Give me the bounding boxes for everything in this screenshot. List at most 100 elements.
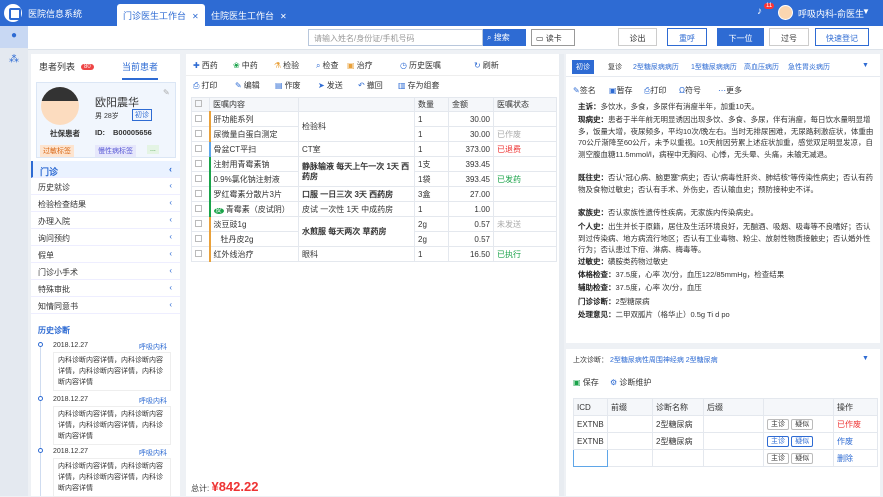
exam-button[interactable]: ⌕ 检查	[316, 60, 338, 71]
row-checkbox[interactable]	[195, 204, 202, 212]
nav-person-icon[interactable]: ●	[0, 26, 28, 48]
row-checkbox[interactable]	[195, 189, 202, 197]
void-dx-link[interactable]: 作废	[833, 432, 878, 450]
table-row[interactable]: 红外线治疗 眼科 1 16.50 已执行	[191, 246, 557, 262]
record-aux-exam[interactable]: 辅助检查：37.5度，心率 次/分，血压	[578, 282, 874, 294]
main-dx-button[interactable]: 主诊	[767, 419, 789, 430]
table-row[interactable]: 淡豆豉1g 水煎服 每天两次 草药房 2g 0.57 未发送	[191, 216, 557, 247]
more-tag[interactable]: ...	[147, 145, 159, 154]
suffix-input[interactable]	[703, 449, 764, 467]
record-family-history[interactable]: 家族史：否认家族性遗传性疾病，无家族内传染病史。	[578, 207, 874, 219]
record-chief-complaint[interactable]: 主诉：多饮水，多食，多尿伴有消瘦半年，加重10天。	[578, 101, 874, 113]
tab-first-visit[interactable]: 初诊	[572, 60, 594, 74]
save-dx-button[interactable]: ▣ 保存	[573, 377, 599, 388]
draft-button[interactable]: ▣暂存	[609, 85, 633, 96]
tab-current-patient[interactable]: 当前患者	[122, 60, 159, 80]
record-past-history[interactable]: 既往史：否认“冠心病、脑更塞”病史；否认“病毒性肝炎、肺结核”等传染性病史；否认…	[578, 172, 874, 195]
next-button[interactable]: 下一位	[717, 28, 764, 46]
table-row[interactable]: 皮 青霉素（皮试阴） 皮试 一次性 1天 中成药房 1 1.00	[191, 201, 557, 217]
row-checkbox[interactable]	[195, 234, 202, 242]
suspect-button[interactable]: 疑似	[791, 436, 814, 447]
search-button[interactable]: ⌕ 搜索	[483, 29, 526, 46]
table-row[interactable]: 主诊 疑似 删除	[573, 449, 878, 467]
select-all-checkbox[interactable]	[195, 100, 202, 107]
history-dept[interactable]: 呼吸内科	[139, 396, 167, 406]
print-record-button[interactable]: ⎙打印	[644, 85, 666, 96]
treatment-button[interactable]: ▣ 治疗	[347, 60, 373, 71]
tab-revisit[interactable]: 复诊	[604, 60, 626, 74]
menu-leave-note[interactable]: 假单 ‹	[31, 246, 180, 263]
tab-outpatient[interactable]: 门诊医生工作台 ✕	[117, 4, 205, 26]
record-treatment[interactable]: 处理意见：二甲双胍片（格华止）0.5g Ti d po	[578, 309, 874, 321]
row-checkbox[interactable]	[195, 249, 202, 257]
record-physical-exam[interactable]: 体格检查：37.5度，心率 次/分，血压122/85mmHg，检查结果	[578, 269, 874, 281]
record-personal-history[interactable]: 个人史：出生并长于原籍，居住及生活环境良好，无酗酒、吸烟、吸毒等不良嗜好；否认到…	[578, 221, 874, 256]
suspect-button[interactable]: 疑似	[791, 453, 814, 464]
search-input[interactable]: 请输入姓名/身份证/手机号码	[308, 29, 483, 46]
western-drug-button[interactable]: ✚ 西药	[193, 60, 218, 71]
row-checkbox[interactable]	[195, 129, 202, 137]
void-button[interactable]: ▤ 作废	[275, 80, 301, 91]
refresh-button[interactable]: ↻ 刷新	[474, 60, 499, 71]
tab-gastritis-record[interactable]: 急性胃炎病历	[784, 60, 834, 74]
sign-button[interactable]: ✎签名	[573, 85, 596, 96]
menu-minor-surgery[interactable]: 门诊小手术 ‹	[31, 263, 180, 280]
dx-maintain-button[interactable]: ⚙ 诊断维护	[610, 377, 651, 388]
menu-appointment[interactable]: 询问预约 ‹	[31, 229, 180, 246]
table-row[interactable]: 注射用青霉素钠 静脉输液 每天上午一次 1天 西药房 1支 393.45	[191, 156, 557, 187]
checkout-button[interactable]: 诊出	[618, 28, 657, 46]
record-allergy[interactable]: 过敏史：磺胺类药物过敏史	[578, 256, 874, 268]
table-row[interactable]: EXTNB 2型糖尿病 主诊 疑似 已作废	[573, 415, 878, 433]
row-checkbox[interactable]	[195, 219, 202, 227]
skip-button[interactable]: 过号	[769, 28, 809, 46]
allergy-tag[interactable]: 过敏标签	[40, 145, 74, 157]
chinese-drug-button[interactable]: ❀ 中药	[233, 60, 258, 71]
menu-lab-results[interactable]: 检验检查结果 ‹	[31, 195, 180, 212]
dx-name-input[interactable]	[652, 449, 704, 467]
chevron-down-icon[interactable]: ▼	[862, 355, 869, 362]
withdraw-button[interactable]: ↶ 撤回	[358, 80, 383, 91]
tab-t1dm-record[interactable]: 1型糖尿病病历	[687, 60, 741, 74]
user-name[interactable]: 呼吸内科-俞医生	[798, 7, 864, 20]
table-row[interactable]: 肝功能系列 检验科 1 30.00	[191, 111, 557, 142]
main-dx-button[interactable]: 主诊	[767, 436, 789, 447]
record-present-illness[interactable]: 现病史：患者于半年前无明显诱因出现多饮、多食、多尿，伴有消瘦，每日饮水量明显增多…	[578, 114, 874, 160]
close-icon[interactable]: ✕	[192, 12, 199, 21]
record-diagnosis[interactable]: 门诊诊断：2型糖尿病	[578, 296, 874, 308]
more-button[interactable]: ⋯更多	[718, 85, 742, 96]
icd-input[interactable]	[573, 449, 608, 467]
tab-t2dm-record[interactable]: 2型糖尿病病历	[629, 60, 683, 74]
print-button[interactable]: ⎙ 打印	[193, 80, 217, 91]
nav-tree-icon[interactable]: ⁂	[0, 50, 28, 72]
read-card-button[interactable]: ▭ 读卡	[531, 29, 575, 46]
chevron-down-icon[interactable]: ▼	[862, 62, 869, 69]
close-icon[interactable]: ✕	[280, 12, 287, 21]
table-row[interactable]: EXTNB 2型糖尿病 主诊 疑似 作废	[573, 432, 878, 450]
history-dept[interactable]: 呼吸内科	[139, 342, 167, 352]
lab-button[interactable]: ⚗ 检验	[274, 60, 299, 71]
send-button[interactable]: ➤ 发送	[318, 80, 343, 91]
save-set-button[interactable]: ▥ 存为组套	[398, 80, 440, 91]
symbol-button[interactable]: Ω符号	[679, 85, 701, 96]
menu-admission[interactable]: 办理入院 ‹	[31, 212, 180, 229]
chronic-tag[interactable]: 慢性病标签	[95, 145, 136, 157]
row-checkbox[interactable]	[195, 159, 202, 167]
table-row[interactable]: 罗红霉素分散片3片 口服 一日三次 3天 西药房 3盒 27.00	[191, 186, 557, 202]
row-checkbox[interactable]	[195, 144, 202, 152]
row-checkbox[interactable]	[195, 114, 202, 122]
table-row[interactable]: 骨盆CT平扫 CT室 1 373.00 已退费	[191, 141, 557, 157]
quick-register-button[interactable]: 快速登记	[815, 28, 869, 46]
row-checkbox[interactable]	[195, 174, 202, 182]
tab-hypertension-record[interactable]: 高血压病历	[740, 60, 783, 74]
delete-dx-link[interactable]: 删除	[833, 449, 878, 467]
suspect-button[interactable]: 疑似	[791, 419, 814, 430]
history-dept[interactable]: 呼吸内科	[139, 448, 167, 458]
recall-button[interactable]: 重呼	[667, 28, 707, 46]
tab-patient-list[interactable]: 患者列表	[39, 60, 75, 73]
user-avatar[interactable]	[778, 5, 793, 20]
edit-button[interactable]: ✎ 编辑	[235, 80, 260, 91]
chevron-down-icon[interactable]: ▼	[862, 7, 870, 16]
prefix-input[interactable]	[607, 449, 653, 467]
menu-outpatient[interactable]: 门诊 ‹	[31, 161, 180, 178]
tab-inpatient[interactable]: 住院医生工作台 ✕	[205, 4, 293, 26]
